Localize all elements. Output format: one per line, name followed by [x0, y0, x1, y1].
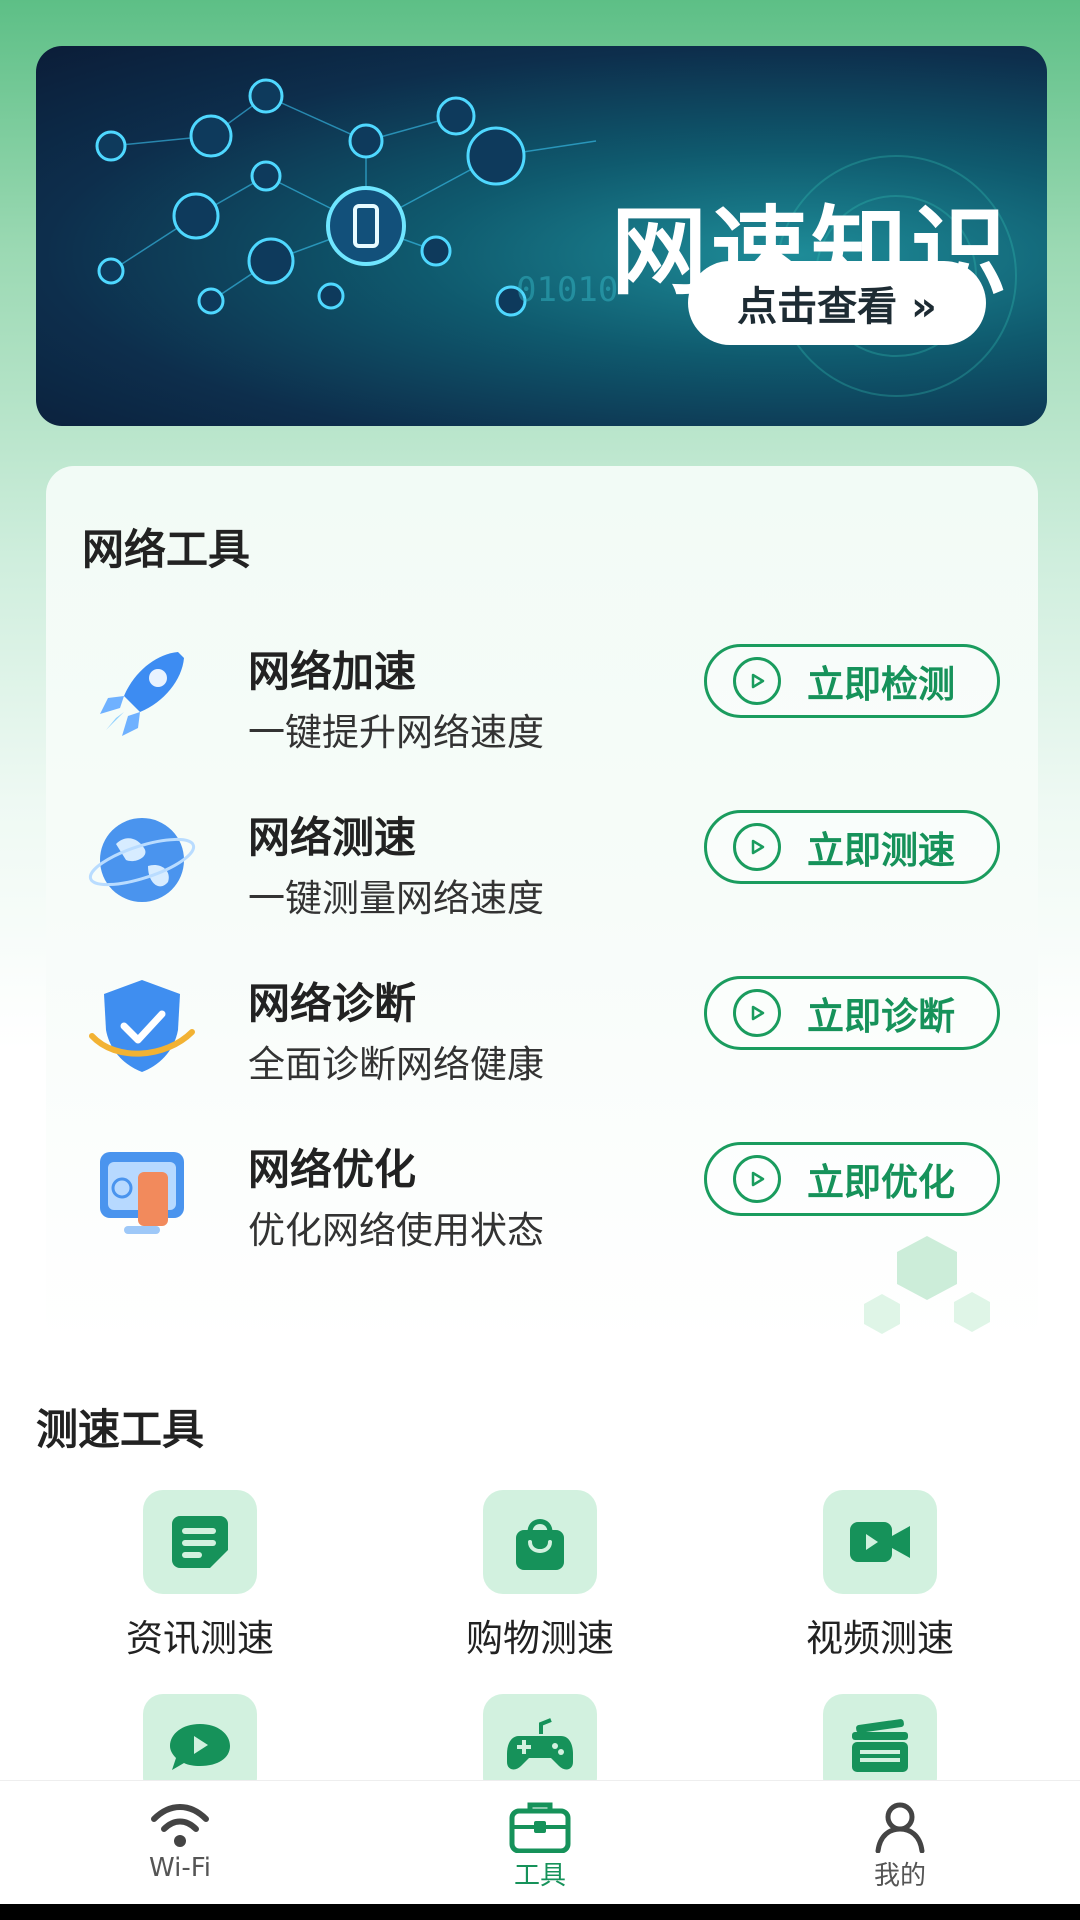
- tool-name: 网络加速: [248, 647, 417, 696]
- section-title-network-tools: 网络工具: [82, 525, 251, 574]
- view-button[interactable]: 点击查看 »: [688, 261, 986, 345]
- monitor-phone-icon: [86, 1136, 198, 1248]
- speed-tool-video[interactable]: 视频测速: [760, 1490, 1000, 1662]
- knowledge-banner[interactable]: 01010 网速知识 点击查看 »: [36, 46, 1047, 426]
- play-icon: [733, 989, 781, 1037]
- play-icon: [733, 823, 781, 871]
- play-icon: [733, 1155, 781, 1203]
- tab-tools[interactable]: 工具: [440, 1781, 640, 1905]
- tool-name: 网络优化: [248, 1145, 417, 1194]
- bottom-tab-bar: Wi-Fi 工具 我的: [0, 1780, 1080, 1905]
- tab-label: 我的: [873, 1861, 926, 1891]
- play-icon: [733, 657, 781, 705]
- speed-tool-label: 视频测速: [806, 1617, 954, 1660]
- speed-tool-news[interactable]: 资讯测速: [80, 1490, 320, 1662]
- view-button-label: 点击查看 »: [737, 284, 937, 330]
- network-tools-card: 网络工具 网络加速 一键提升网络速度 立即检测 网络测速 一键测量网络速度 立即…: [46, 466, 1038, 1346]
- hexagon-decoration: [864, 1236, 990, 1334]
- section-title-speed-tools: 测速工具: [36, 1405, 205, 1454]
- user-icon: [875, 1802, 925, 1853]
- shopping-bag-icon: [483, 1490, 597, 1594]
- speed-tool-label: 资讯测速: [126, 1617, 274, 1660]
- tool-desc: 一键提升网络速度: [248, 711, 544, 754]
- tool-desc: 一键测量网络速度: [248, 877, 544, 920]
- binary-text: 01010: [516, 270, 618, 310]
- wifi-icon: [151, 1804, 209, 1847]
- tab-wifi[interactable]: Wi-Fi: [80, 1781, 280, 1905]
- tab-label: 工具: [513, 1861, 566, 1891]
- speed-tool-label: 购物测速: [466, 1617, 614, 1660]
- shield-check-icon: [86, 970, 198, 1082]
- detect-button[interactable]: 立即检测: [704, 644, 1000, 718]
- toolbox-icon: [509, 1802, 571, 1853]
- news-icon: [143, 1490, 257, 1594]
- system-nav-strip: [0, 1904, 1080, 1920]
- tab-mine[interactable]: 我的: [800, 1781, 1000, 1905]
- tool-row-accelerate: 网络加速 一键提升网络速度 立即检测: [46, 638, 1038, 768]
- globe-icon: [86, 804, 198, 916]
- tool-name: 网络诊断: [248, 979, 417, 1028]
- speedtest-button[interactable]: 立即测速: [704, 810, 1000, 884]
- speedtest-button-label: 立即测速: [807, 829, 955, 872]
- tool-row-speedtest: 网络测速 一键测量网络速度 立即测速: [46, 804, 1038, 934]
- speed-tool-shopping[interactable]: 购物测速: [420, 1490, 660, 1662]
- detect-button-label: 立即检测: [807, 663, 955, 706]
- optimize-button[interactable]: 立即优化: [704, 1142, 1000, 1216]
- video-camera-icon: [823, 1490, 937, 1594]
- diagnose-button-label: 立即诊断: [807, 995, 955, 1038]
- optimize-button-label: 立即优化: [807, 1161, 955, 1204]
- rocket-icon: [86, 638, 198, 750]
- tool-desc: 全面诊断网络健康: [248, 1043, 544, 1086]
- tool-desc: 优化网络使用状态: [248, 1209, 544, 1252]
- diagnose-button[interactable]: 立即诊断: [704, 976, 1000, 1050]
- tab-label: Wi-Fi: [148, 1853, 212, 1883]
- tool-row-diagnose: 网络诊断 全面诊断网络健康 立即诊断: [46, 970, 1038, 1100]
- tool-name: 网络测速: [248, 813, 417, 862]
